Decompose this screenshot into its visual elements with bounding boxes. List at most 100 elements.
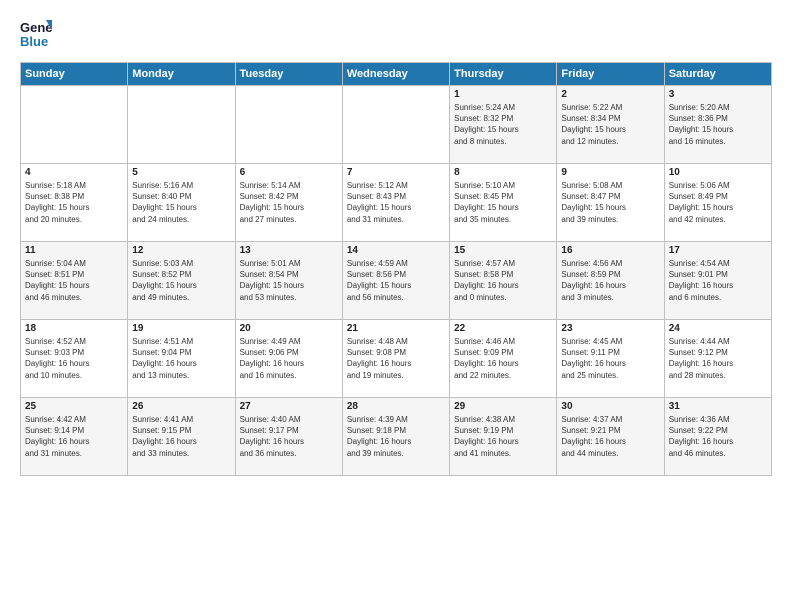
day-number: 22: [454, 323, 552, 334]
calendar-cell: [128, 86, 235, 164]
cell-content: Sunrise: 4:56 AM Sunset: 8:59 PM Dayligh…: [561, 258, 659, 303]
day-number: 1: [454, 89, 552, 100]
day-number: 27: [240, 401, 338, 412]
cell-content: Sunrise: 4:54 AM Sunset: 9:01 PM Dayligh…: [669, 258, 767, 303]
day-number: 29: [454, 401, 552, 412]
calendar-cell: 31 Sunrise: 4:36 AM Sunset: 9:22 PM Dayli…: [664, 398, 771, 476]
cell-content: Sunrise: 4:41 AM Sunset: 9:15 PM Dayligh…: [132, 414, 230, 459]
cell-content: Sunrise: 4:37 AM Sunset: 9:21 PM Dayligh…: [561, 414, 659, 459]
calendar-cell: 11 Sunrise: 5:04 AM Sunset: 8:51 PM Dayli…: [21, 242, 128, 320]
cell-content: Sunrise: 5:08 AM Sunset: 8:47 PM Dayligh…: [561, 180, 659, 225]
cell-content: Sunrise: 4:49 AM Sunset: 9:06 PM Dayligh…: [240, 336, 338, 381]
cell-content: Sunrise: 5:10 AM Sunset: 8:45 PM Dayligh…: [454, 180, 552, 225]
calendar-cell: 19Sunrise: 4:51 AM Sunset: 9:04 PM Dayli…: [128, 320, 235, 398]
calendar-cell: 21 Sunrise: 4:48 AM Sunset: 9:08 PM Dayli…: [342, 320, 449, 398]
calendar-cell: 22 Sunrise: 4:46 AM Sunset: 9:09 PM Dayli…: [450, 320, 557, 398]
cell-content: Sunrise: 5:22 AM Sunset: 8:34 PM Dayligh…: [561, 102, 659, 147]
calendar-cell: 29 Sunrise: 4:38 AM Sunset: 9:19 PM Dayli…: [450, 398, 557, 476]
calendar-cell: 24 Sunrise: 4:44 AM Sunset: 9:12 PM Dayli…: [664, 320, 771, 398]
calendar-cell: 26 Sunrise: 4:41 AM Sunset: 9:15 PM Dayli…: [128, 398, 235, 476]
cell-content: Sunrise: 4:44 AM Sunset: 9:12 PM Dayligh…: [669, 336, 767, 381]
week-row-5: 25 Sunrise: 4:42 AM Sunset: 9:14 PM Dayli…: [21, 398, 772, 476]
day-header-thursday: Thursday: [450, 63, 557, 86]
day-number: 8: [454, 167, 552, 178]
calendar-cell: 28Sunrise: 4:39 AM Sunset: 9:18 PM Dayli…: [342, 398, 449, 476]
svg-text:Blue: Blue: [20, 34, 48, 49]
day-number: 4: [25, 167, 123, 178]
cell-content: Sunrise: 5:20 AM Sunset: 8:36 PM Dayligh…: [669, 102, 767, 147]
day-number: 20: [240, 323, 338, 334]
cell-content: Sunrise: 5:12 AM Sunset: 8:43 PM Dayligh…: [347, 180, 445, 225]
day-number: 14: [347, 245, 445, 256]
cell-content: Sunrise: 5:16 AM Sunset: 8:40 PM Dayligh…: [132, 180, 230, 225]
cell-content: Sunrise: 4:36 AM Sunset: 9:22 PM Dayligh…: [669, 414, 767, 459]
day-number: 23: [561, 323, 659, 334]
calendar-cell: 14 Sunrise: 4:59 AM Sunset: 8:56 PM Dayli…: [342, 242, 449, 320]
day-header-sunday: Sunday: [21, 63, 128, 86]
calendar-cell: 13 Sunrise: 5:01 AM Sunset: 8:54 PM Dayli…: [235, 242, 342, 320]
day-number: 31: [669, 401, 767, 412]
calendar-cell: 20 Sunrise: 4:49 AM Sunset: 9:06 PM Dayli…: [235, 320, 342, 398]
calendar-cell: 6 Sunrise: 5:14 AM Sunset: 8:42 PM Daylig…: [235, 164, 342, 242]
cell-content: Sunrise: 4:38 AM Sunset: 9:19 PM Dayligh…: [454, 414, 552, 459]
cell-content: Sunrise: 4:59 AM Sunset: 8:56 PM Dayligh…: [347, 258, 445, 303]
week-row-2: 4Sunrise: 5:18 AM Sunset: 8:38 PM Daylig…: [21, 164, 772, 242]
day-number: 12: [132, 245, 230, 256]
calendar-cell: 27 Sunrise: 4:40 AM Sunset: 9:17 PM Dayli…: [235, 398, 342, 476]
calendar-cell: 1Sunrise: 5:24 AM Sunset: 8:32 PM Daylig…: [450, 86, 557, 164]
cell-content: Sunrise: 4:52 AM Sunset: 9:03 PM Dayligh…: [25, 336, 123, 381]
cell-content: Sunrise: 5:04 AM Sunset: 8:51 PM Dayligh…: [25, 258, 123, 303]
day-number: 30: [561, 401, 659, 412]
day-number: 7: [347, 167, 445, 178]
calendar-cell: 18 Sunrise: 4:52 AM Sunset: 9:03 PM Dayli…: [21, 320, 128, 398]
cell-content: Sunrise: 4:51 AM Sunset: 9:04 PM Dayligh…: [132, 336, 230, 381]
calendar-cell: 7 Sunrise: 5:12 AM Sunset: 8:43 PM Daylig…: [342, 164, 449, 242]
day-number: 6: [240, 167, 338, 178]
day-number: 15: [454, 245, 552, 256]
calendar-cell: [21, 86, 128, 164]
day-number: 11: [25, 245, 123, 256]
calendar-cell: 12 Sunrise: 5:03 AM Sunset: 8:52 PM Dayli…: [128, 242, 235, 320]
calendar-page: General Blue SundayMondayTuesdayWednesda…: [0, 0, 792, 612]
day-number: 10: [669, 167, 767, 178]
calendar-cell: 9Sunrise: 5:08 AM Sunset: 8:47 PM Daylig…: [557, 164, 664, 242]
cell-content: Sunrise: 4:42 AM Sunset: 9:14 PM Dayligh…: [25, 414, 123, 459]
calendar-cell: [235, 86, 342, 164]
day-header-monday: Monday: [128, 63, 235, 86]
cell-content: Sunrise: 4:39 AM Sunset: 9:18 PM Dayligh…: [347, 414, 445, 459]
day-number: 18: [25, 323, 123, 334]
cell-content: Sunrise: 4:48 AM Sunset: 9:08 PM Dayligh…: [347, 336, 445, 381]
calendar-cell: 3 Sunrise: 5:20 AM Sunset: 8:36 PM Daylig…: [664, 86, 771, 164]
calendar-cell: 8 Sunrise: 5:10 AM Sunset: 8:45 PM Daylig…: [450, 164, 557, 242]
svg-text:General: General: [20, 20, 52, 35]
cell-content: Sunrise: 4:57 AM Sunset: 8:58 PM Dayligh…: [454, 258, 552, 303]
day-number: 2: [561, 89, 659, 100]
day-number: 5: [132, 167, 230, 178]
calendar-cell: 17 Sunrise: 4:54 AM Sunset: 9:01 PM Dayli…: [664, 242, 771, 320]
day-header-tuesday: Tuesday: [235, 63, 342, 86]
calendar-cell: 16 Sunrise: 4:56 AM Sunset: 8:59 PM Dayli…: [557, 242, 664, 320]
calendar-cell: 23 Sunrise: 4:45 AM Sunset: 9:11 PM Dayli…: [557, 320, 664, 398]
day-number: 3: [669, 89, 767, 100]
day-number: 25: [25, 401, 123, 412]
day-number: 21: [347, 323, 445, 334]
day-number: 13: [240, 245, 338, 256]
cell-content: Sunrise: 4:40 AM Sunset: 9:17 PM Dayligh…: [240, 414, 338, 459]
logo-svg: General Blue: [20, 16, 52, 52]
cell-content: Sunrise: 5:06 AM Sunset: 8:49 PM Dayligh…: [669, 180, 767, 225]
cell-content: Sunrise: 5:14 AM Sunset: 8:42 PM Dayligh…: [240, 180, 338, 225]
cell-content: Sunrise: 5:01 AM Sunset: 8:54 PM Dayligh…: [240, 258, 338, 303]
cell-content: Sunrise: 4:46 AM Sunset: 9:09 PM Dayligh…: [454, 336, 552, 381]
calendar-cell: 15 Sunrise: 4:57 AM Sunset: 8:58 PM Dayli…: [450, 242, 557, 320]
header: General Blue: [20, 16, 772, 52]
day-number: 26: [132, 401, 230, 412]
cell-content: Sunrise: 4:45 AM Sunset: 9:11 PM Dayligh…: [561, 336, 659, 381]
day-number: 16: [561, 245, 659, 256]
cell-content: Sunrise: 5:03 AM Sunset: 8:52 PM Dayligh…: [132, 258, 230, 303]
day-header-wednesday: Wednesday: [342, 63, 449, 86]
day-number: 17: [669, 245, 767, 256]
calendar-cell: 4Sunrise: 5:18 AM Sunset: 8:38 PM Daylig…: [21, 164, 128, 242]
calendar-cell: 25 Sunrise: 4:42 AM Sunset: 9:14 PM Dayli…: [21, 398, 128, 476]
calendar-cell: 2 Sunrise: 5:22 AM Sunset: 8:34 PM Daylig…: [557, 86, 664, 164]
day-number: 24: [669, 323, 767, 334]
